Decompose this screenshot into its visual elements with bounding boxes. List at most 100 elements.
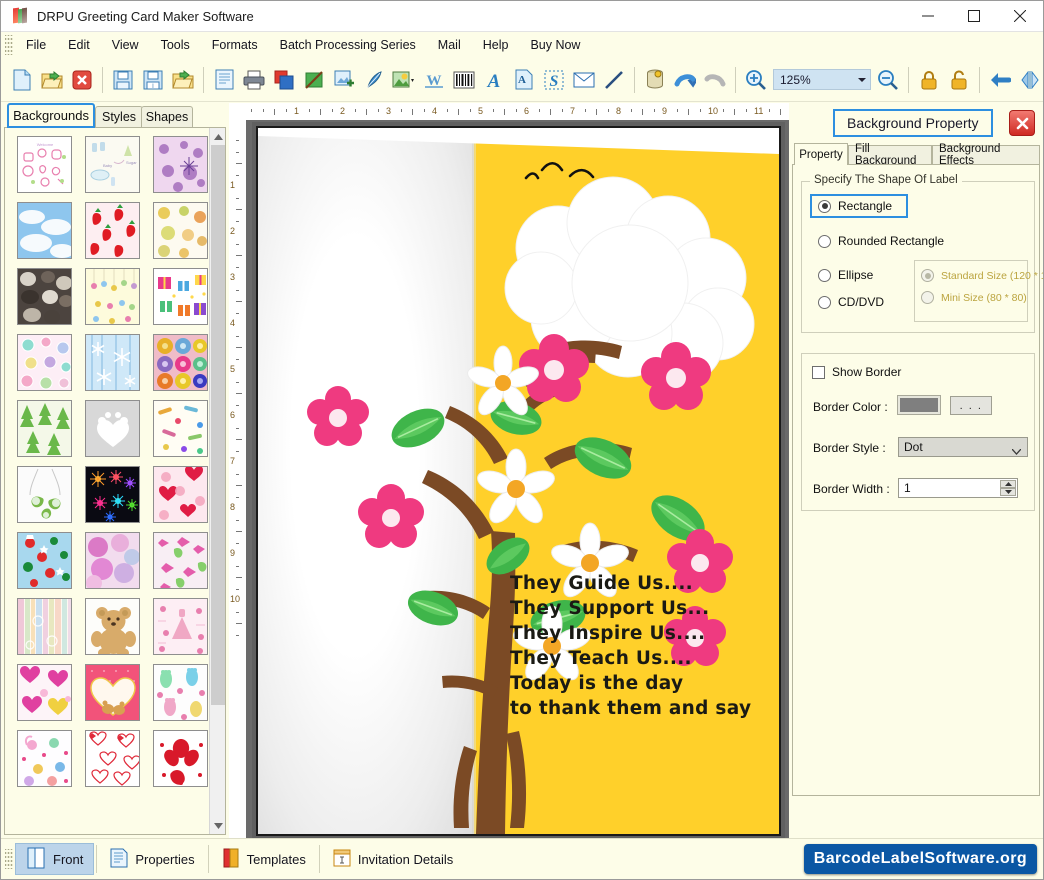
status-tab-invitation-details[interactable]: Invitation Details: [322, 843, 464, 875]
background-thumbnail[interactable]: [85, 664, 140, 721]
radio-mini-size[interactable]: Mini Size (80 * 80): [921, 291, 1027, 304]
chevron-down-icon[interactable]: [858, 77, 866, 82]
undo-icon[interactable]: [671, 65, 699, 95]
background-thumbnail[interactable]: [85, 532, 140, 589]
background-thumbnail[interactable]: [85, 598, 140, 655]
align-left-icon[interactable]: [986, 65, 1014, 95]
spinner-down-icon[interactable]: [1000, 488, 1016, 496]
backgrounds-thumbnail-list[interactable]: Welcome Baby Sugar: [4, 127, 226, 835]
redo-icon[interactable]: [701, 65, 729, 95]
menu-file[interactable]: File: [15, 34, 57, 56]
background-thumbnail[interactable]: [153, 532, 208, 589]
minimize-button[interactable]: [905, 1, 951, 32]
radio-cd-dvd[interactable]: CD/DVD: [818, 295, 884, 309]
envelope-icon[interactable]: [570, 65, 598, 95]
card-text-line-1[interactable]: They Guide Us....: [510, 571, 779, 596]
menu-mail[interactable]: Mail: [427, 34, 472, 56]
background-thumbnail[interactable]: [153, 466, 208, 523]
save-as-icon[interactable]: I: [139, 65, 167, 95]
menu-formats[interactable]: Formats: [201, 34, 269, 56]
background-thumbnail[interactable]: [153, 730, 208, 787]
radio-standard-size-indicator[interactable]: [921, 269, 934, 282]
unlock-icon[interactable]: [945, 65, 973, 95]
export-icon[interactable]: [169, 65, 197, 95]
background-thumbnail[interactable]: Baby Sugar: [85, 136, 140, 193]
menu-buy-now[interactable]: Buy Now: [519, 34, 591, 56]
lock-icon[interactable]: [915, 65, 943, 95]
save-icon[interactable]: [109, 65, 137, 95]
spinner-up-icon[interactable]: [1000, 480, 1016, 488]
tab-background-effects[interactable]: Background Effects: [932, 143, 1040, 167]
card-text-line-6[interactable]: to thank them and say: [510, 696, 779, 721]
background-thumbnail[interactable]: [85, 202, 140, 259]
close-document-icon[interactable]: [68, 65, 96, 95]
scrollbar-thumb[interactable]: [211, 145, 225, 705]
tab-property[interactable]: Property: [794, 143, 848, 165]
radio-ellipse-indicator[interactable]: [818, 268, 831, 282]
card-text-line-4[interactable]: They Teach Us....: [510, 646, 779, 671]
background-thumbnail[interactable]: [17, 400, 72, 457]
background-thumbnail[interactable]: [17, 598, 72, 655]
chevron-down-icon[interactable]: [1011, 444, 1022, 455]
status-tab-properties[interactable]: Properties: [99, 843, 205, 875]
backgrounds-scrollbar[interactable]: [209, 128, 225, 834]
menu-view[interactable]: View: [101, 34, 150, 56]
flip-horizontal-icon[interactable]: [1016, 65, 1043, 95]
radio-ellipse[interactable]: Ellipse: [818, 268, 873, 282]
background-thumbnail[interactable]: [85, 334, 140, 391]
radio-rectangle-indicator[interactable]: [818, 199, 831, 213]
status-tab-templates[interactable]: Templates: [211, 843, 317, 875]
brand-badge[interactable]: BarcodeLabelSoftware.org: [803, 844, 1037, 874]
background-thumbnail[interactable]: [153, 598, 208, 655]
menu-drag-handle[interactable]: [5, 35, 13, 55]
tab-shapes[interactable]: Shapes: [141, 106, 193, 127]
card-canvas[interactable]: They Guide Us.... They Support Us... The…: [246, 120, 789, 838]
menu-help[interactable]: Help: [472, 34, 520, 56]
page-setup-icon[interactable]: [210, 65, 238, 95]
background-thumbnail[interactable]: [153, 334, 208, 391]
zoom-out-icon[interactable]: [874, 65, 902, 95]
text-icon[interactable]: A: [480, 65, 508, 95]
scroll-down-icon[interactable]: [210, 817, 225, 834]
maximize-button[interactable]: [951, 1, 997, 32]
zoom-level-combo[interactable]: 125%: [773, 69, 871, 90]
statusbar-drag-handle[interactable]: [5, 849, 13, 869]
border-color-browse-button[interactable]: . . .: [950, 396, 992, 415]
tab-backgrounds[interactable]: Backgrounds: [7, 103, 95, 128]
checkbox-show-border-box[interactable]: [812, 365, 825, 379]
new-icon[interactable]: [8, 65, 36, 95]
background-thumbnail[interactable]: [153, 202, 208, 259]
border-width-spinner[interactable]: 1: [898, 478, 1018, 498]
radio-rectangle[interactable]: Rectangle: [810, 194, 909, 218]
panel-close-button[interactable]: [1009, 110, 1035, 136]
radio-rounded-rectangle[interactable]: Rounded Rectangle: [818, 234, 944, 248]
background-thumbnail[interactable]: [85, 268, 140, 325]
close-button[interactable]: [997, 1, 1043, 32]
background-thumbnail[interactable]: [85, 466, 140, 523]
border-style-combo[interactable]: Dot: [898, 437, 1028, 457]
background-thumbnail[interactable]: [17, 334, 72, 391]
radio-mini-size-indicator[interactable]: [921, 291, 934, 304]
picture-gallery-icon[interactable]: [390, 65, 418, 95]
print-icon[interactable]: [240, 65, 268, 95]
background-thumbnail[interactable]: [17, 532, 72, 589]
open-icon[interactable]: [38, 65, 66, 95]
radio-standard-size[interactable]: Standard Size (120 * 120): [921, 269, 1043, 282]
background-thumbnail[interactable]: [85, 730, 140, 787]
background-thumbnail[interactable]: [17, 466, 72, 523]
card-text-line-2[interactable]: They Support Us...: [510, 596, 779, 621]
greeting-card[interactable]: They Guide Us.... They Support Us... The…: [256, 126, 781, 836]
background-thumbnail[interactable]: [153, 400, 208, 457]
menu-tools[interactable]: Tools: [150, 34, 201, 56]
background-thumbnail[interactable]: [153, 664, 208, 721]
menu-edit[interactable]: Edit: [57, 34, 101, 56]
card-text-line-5[interactable]: Today is the day: [510, 671, 779, 696]
background-thumbnail[interactable]: [17, 664, 72, 721]
radio-rounded-rectangle-indicator[interactable]: [818, 234, 831, 248]
tab-fill-background[interactable]: Fill Background: [848, 143, 932, 167]
pen-icon[interactable]: [360, 65, 388, 95]
insert-image-icon[interactable]: [330, 65, 358, 95]
background-thumbnail[interactable]: Welcome: [17, 136, 72, 193]
checkbox-show-border[interactable]: Show Border: [812, 365, 901, 379]
scroll-up-icon[interactable]: [210, 128, 225, 145]
